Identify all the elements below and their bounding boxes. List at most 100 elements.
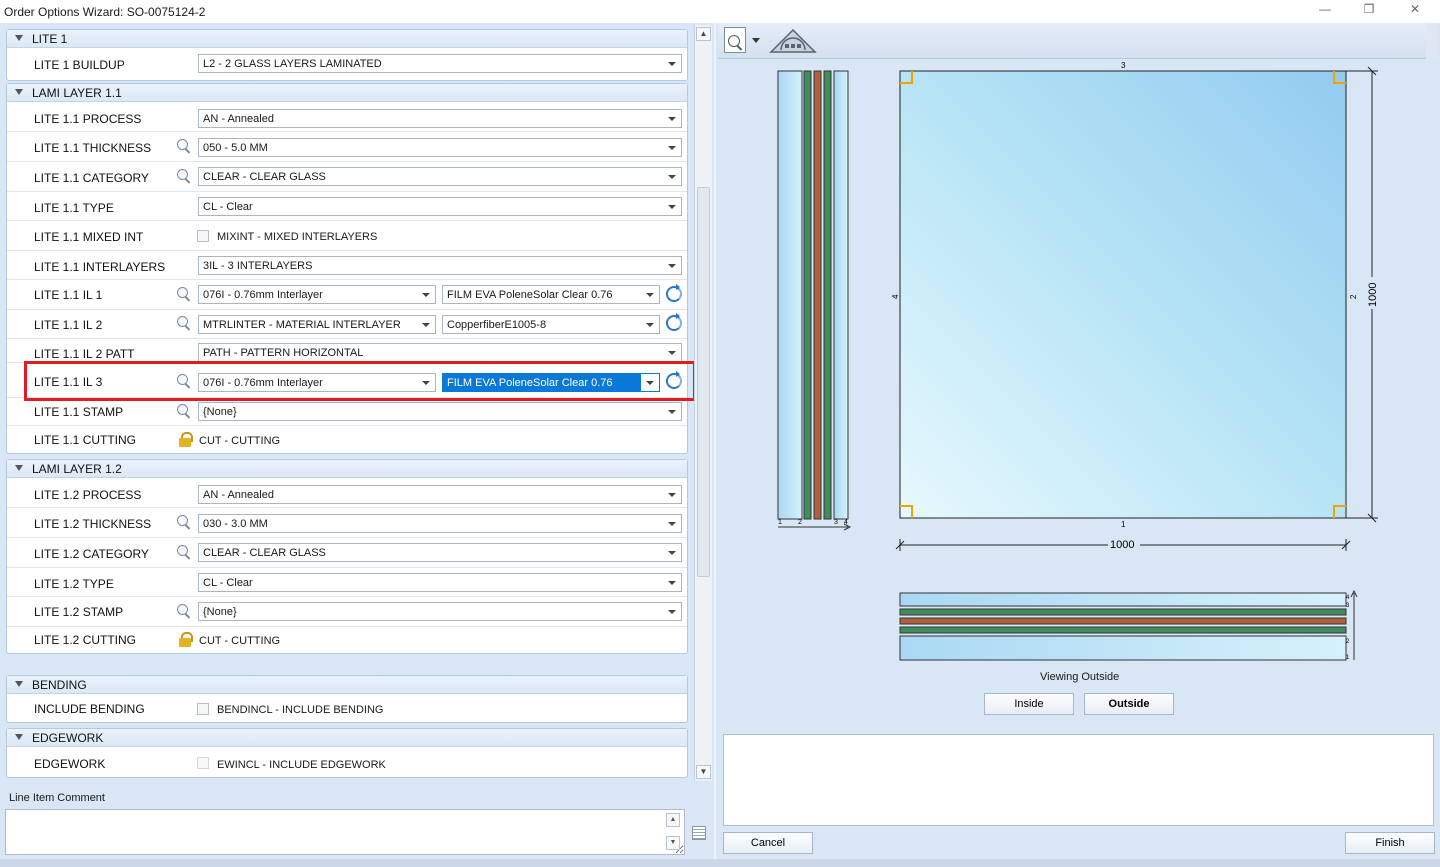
- field-label: INCLUDE BENDING: [34, 702, 145, 716]
- row-lite12-stamp: LITE 1.2 STAMP {None}: [7, 597, 687, 627]
- chevron-down-icon[interactable]: [663, 603, 681, 620]
- search-icon[interactable]: [177, 515, 192, 530]
- chevron-down-icon[interactable]: [417, 286, 435, 303]
- side-section-view: 1 2 3 4: [777, 70, 852, 531]
- il2-material-dropdown[interactable]: CopperfiberE1005-8: [442, 315, 660, 334]
- mixed-int-checkbox[interactable]: [197, 230, 209, 242]
- scroll-up-icon[interactable]: ▲: [666, 813, 680, 827]
- bending-checkbox[interactable]: [197, 703, 209, 715]
- edgework-checkbox[interactable]: [197, 757, 209, 769]
- collapse-icon[interactable]: [15, 681, 23, 687]
- stamp-dropdown[interactable]: {None}: [198, 402, 682, 421]
- field-label: LITE 1.1 MIXED INT: [34, 230, 144, 244]
- bottom-section-view: 4 3 2 1: [899, 589, 1358, 661]
- checkbox-label: EWINCL - INCLUDE EDGEWORK: [217, 759, 386, 771]
- scroll-down-icon[interactable]: ▼: [666, 836, 680, 850]
- chevron-down-icon[interactable]: [663, 168, 681, 185]
- chevron-down-icon[interactable]: [663, 110, 681, 127]
- stamp-dropdown[interactable]: {None}: [198, 602, 682, 621]
- comment-scrollbar[interactable]: ▲ ▼: [666, 811, 682, 853]
- group-bending: BENDING INCLUDE BENDING BENDINCL - INCLU…: [6, 675, 688, 723]
- refresh-icon[interactable]: [666, 284, 682, 302]
- collapse-icon[interactable]: [15, 35, 23, 41]
- row-lite11-process: LITE 1.1 PROCESS AN - Annealed: [7, 103, 687, 132]
- type-dropdown[interactable]: CL - Clear: [198, 197, 682, 216]
- checkbox-label: BENDINCL - INCLUDE BENDING: [217, 704, 384, 716]
- view-shape-icon[interactable]: [768, 26, 818, 56]
- il1-material-dropdown[interactable]: FILM EVA PoleneSolar Clear 0.76: [442, 285, 660, 304]
- process-dropdown[interactable]: AN - Annealed: [198, 109, 682, 128]
- buildup-dropdown[interactable]: L2 - 2 GLASS LAYERS LAMINATED: [198, 54, 682, 73]
- chevron-down-icon[interactable]: [641, 316, 659, 333]
- group-header[interactable]: LAMI LAYER 1.1: [7, 84, 687, 102]
- chevron-down-icon[interactable]: [663, 515, 681, 532]
- row-lite1-buildup: LITE 1 BUILDUP L2 - 2 GLASS LAYERS LAMIN…: [7, 49, 687, 80]
- collapse-icon[interactable]: [15, 465, 23, 471]
- category-dropdown[interactable]: CLEAR - CLEAR GLASS: [198, 167, 682, 186]
- search-icon[interactable]: [177, 139, 192, 154]
- minimize-icon[interactable]: —: [1310, 2, 1340, 20]
- row-lite12-category: LITE 1.2 CATEGORY CLEAR - CLEAR GLASS: [7, 538, 687, 568]
- collapse-icon[interactable]: [15, 734, 23, 740]
- search-icon[interactable]: [177, 316, 192, 331]
- chevron-down-icon[interactable]: [663, 486, 681, 503]
- options-scrollbar[interactable]: ▲ ▼: [694, 25, 712, 781]
- window-title: Order Options Wizard: SO-0075124-2: [4, 5, 206, 19]
- group-header[interactable]: EDGEWORK: [7, 729, 687, 747]
- front-view: 3 1 4 2 1000 1000: [891, 61, 1379, 551]
- category-dropdown[interactable]: CLEAR - CLEAR GLASS: [198, 543, 682, 562]
- row-lite11-il2-patt: LITE 1.1 IL 2 PATT PATH - PATTERN HORIZO…: [7, 339, 687, 363]
- restore-icon[interactable]: ❐: [1354, 2, 1384, 20]
- cancel-button[interactable]: Cancel: [723, 832, 813, 854]
- scroll-thumb[interactable]: [697, 187, 710, 577]
- chevron-down-icon[interactable]: [663, 55, 681, 72]
- type-dropdown[interactable]: CL - Clear: [198, 573, 682, 592]
- field-label: LITE 1.1 IL 1: [34, 288, 103, 302]
- chevron-down-icon[interactable]: [417, 316, 435, 333]
- chevron-down-icon[interactable]: [663, 257, 681, 274]
- row-lite11-category: LITE 1.1 CATEGORY CLEAR - CLEAR GLASS: [7, 162, 687, 192]
- collapse-icon[interactable]: [15, 89, 23, 95]
- search-icon[interactable]: [177, 545, 192, 560]
- scroll-down-icon[interactable]: ▼: [696, 765, 711, 779]
- preview-panel: 1 2 3 4 3 1 4 2 1000 1000 4 3 2 1 Viewin…: [716, 23, 1440, 867]
- zoom-icon[interactable]: [724, 27, 746, 53]
- il1-dropdown[interactable]: 076I - 0.76mm Interlayer: [198, 285, 436, 304]
- il2-pattern-dropdown[interactable]: PATH - PATTERN HORIZONTAL: [198, 343, 682, 362]
- zoom-dropdown-icon[interactable]: [752, 38, 760, 43]
- chevron-down-icon[interactable]: [641, 286, 659, 303]
- chevron-down-icon[interactable]: [663, 544, 681, 561]
- group-header[interactable]: LAMI LAYER 1.2: [7, 460, 687, 478]
- notes-icon[interactable]: [692, 826, 706, 840]
- interlayers-dropdown[interactable]: 3IL - 3 INTERLAYERS: [198, 256, 682, 275]
- group-header[interactable]: LITE 1: [7, 30, 687, 48]
- row-edgework: EDGEWORK EWINCL - INCLUDE EDGEWORK: [7, 748, 687, 777]
- comment-input[interactable]: [5, 809, 685, 855]
- field-label: LITE 1.1 TYPE: [34, 201, 114, 215]
- search-icon[interactable]: [177, 404, 192, 419]
- search-icon[interactable]: [177, 287, 192, 302]
- il2-dropdown[interactable]: MTRLINTER - MATERIAL INTERLAYER: [198, 315, 436, 334]
- chevron-down-icon[interactable]: [663, 574, 681, 591]
- process-dropdown[interactable]: AN - Annealed: [198, 485, 682, 504]
- field-label: LITE 1.2 CUTTING: [34, 633, 137, 647]
- close-icon[interactable]: ✕: [1400, 2, 1430, 20]
- chevron-down-icon[interactable]: [663, 139, 681, 156]
- finish-button[interactable]: Finish: [1345, 832, 1435, 854]
- refresh-icon[interactable]: [666, 313, 682, 331]
- outside-button[interactable]: Outside: [1084, 693, 1174, 715]
- chevron-down-icon[interactable]: [663, 403, 681, 420]
- search-icon[interactable]: [177, 604, 192, 619]
- row-lite12-process: LITE 1.2 PROCESS AN - Annealed: [7, 479, 687, 508]
- field-value: CUT - CUTTING: [199, 635, 281, 647]
- group-header[interactable]: BENDING: [7, 676, 687, 694]
- chevron-down-icon[interactable]: [663, 198, 681, 215]
- thickness-dropdown[interactable]: 030 - 3.0 MM: [198, 514, 682, 533]
- search-icon[interactable]: [177, 169, 192, 184]
- scroll-up-icon[interactable]: ▲: [696, 27, 711, 41]
- stack-num: 3: [834, 519, 838, 526]
- info-box: [723, 734, 1434, 826]
- chevron-down-icon[interactable]: [663, 344, 681, 361]
- thickness-dropdown[interactable]: 050 - 5.0 MM: [198, 138, 682, 157]
- inside-button[interactable]: Inside: [984, 693, 1074, 715]
